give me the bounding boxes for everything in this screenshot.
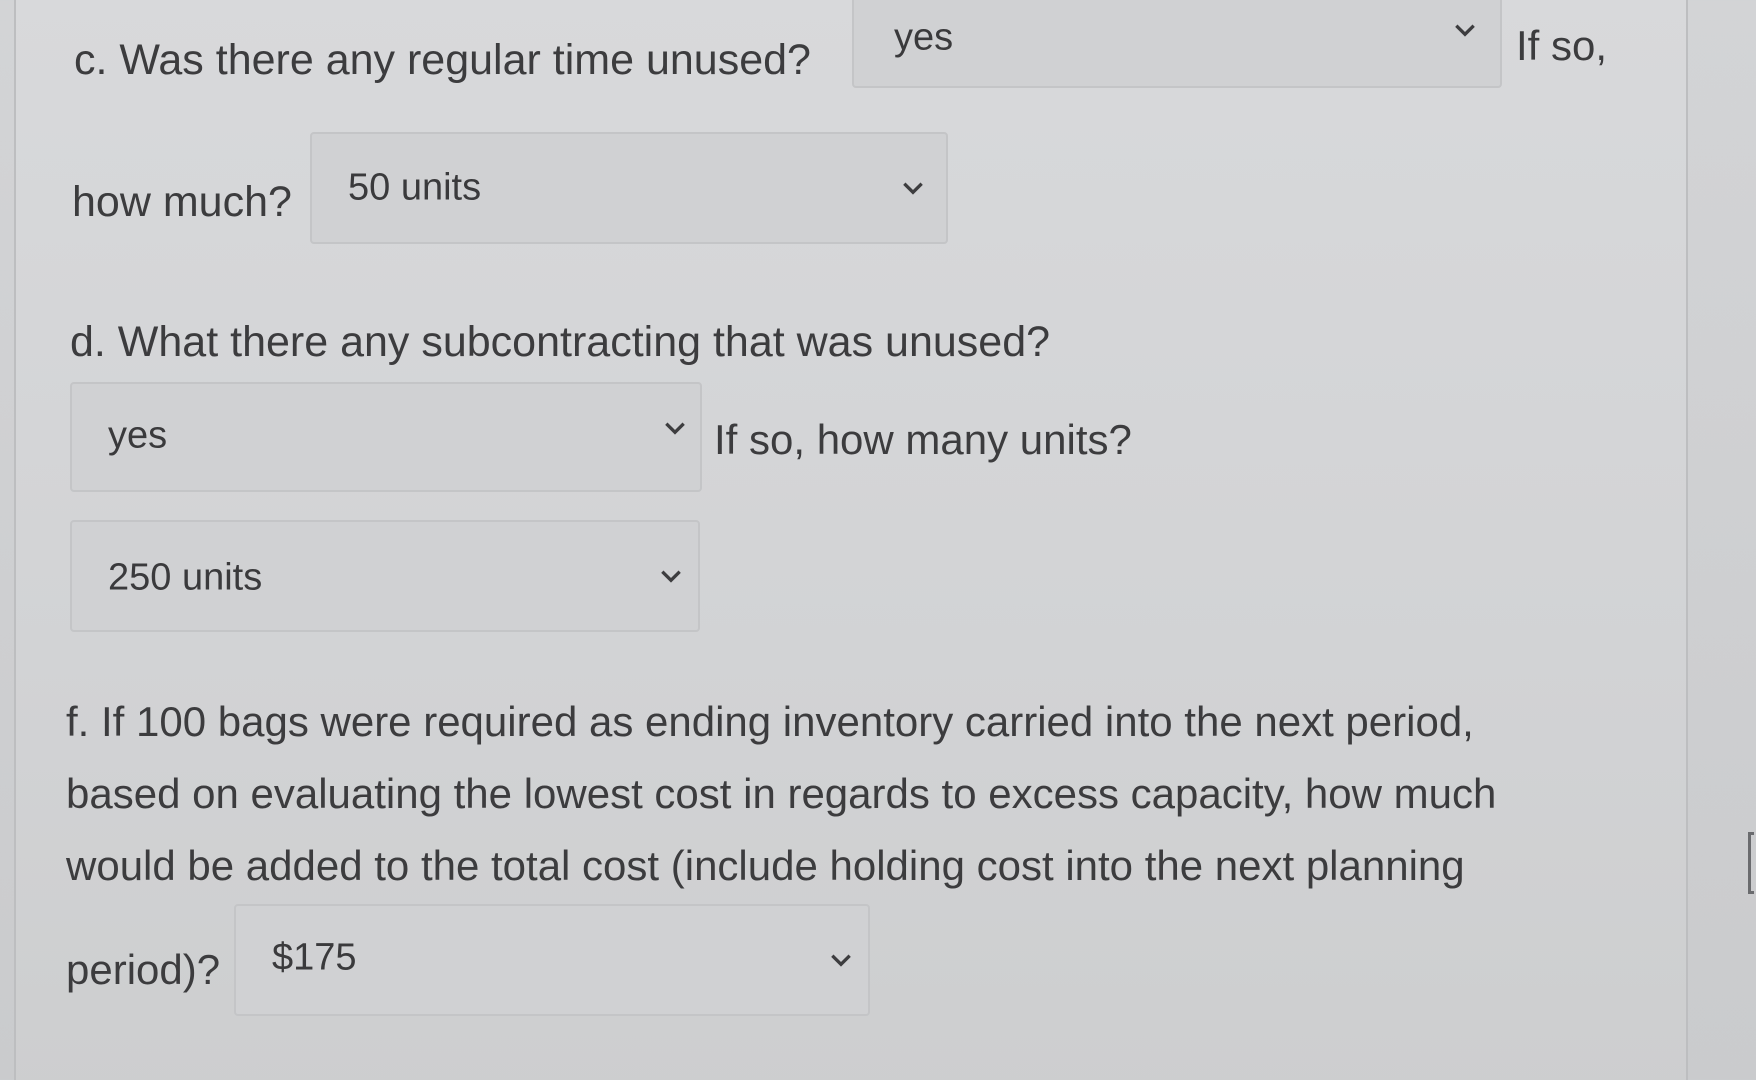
regular-time-amount-value: 50 units [348, 166, 482, 209]
question-c-continuation: how much? [72, 178, 292, 226]
regular-time-unused-select[interactable]: yes [852, 0, 1502, 88]
question-c-label: c. Was there any regular time unused? [74, 36, 811, 84]
regular-time-amount-select[interactable]: 50 units [310, 132, 948, 244]
subcontracting-amount-select[interactable]: 250 units [70, 520, 700, 632]
question-f-line-4: period)? [66, 946, 221, 993]
question-c-suffix: If so, [1516, 22, 1608, 69]
added-total-cost-value: $175 [272, 936, 357, 979]
added-total-cost-select[interactable]: $175 [234, 904, 870, 1016]
subcontracting-unused-select[interactable]: yes [70, 382, 702, 492]
scrollbar-edge[interactable] [1748, 832, 1754, 894]
question-d-suffix: If so, how many units? [714, 416, 1132, 463]
regular-time-unused-value: yes [894, 16, 954, 59]
chevron-down-icon [661, 570, 681, 583]
chevron-down-icon [1455, 24, 1475, 37]
question-f-line-3: would be added to the total cost (includ… [66, 842, 1465, 889]
subcontracting-amount-value: 250 units [108, 556, 263, 599]
subcontracting-unused-value: yes [108, 414, 168, 457]
chevron-down-icon [831, 954, 851, 967]
chevron-down-icon [903, 182, 923, 195]
chevron-down-icon [665, 422, 685, 435]
question-d-label: d. What there any subcontracting that wa… [70, 318, 1051, 366]
question-f-line-2: based on evaluating the lowest cost in r… [66, 770, 1497, 817]
question-f-line-1: f. If 100 bags were required as ending i… [66, 698, 1474, 745]
